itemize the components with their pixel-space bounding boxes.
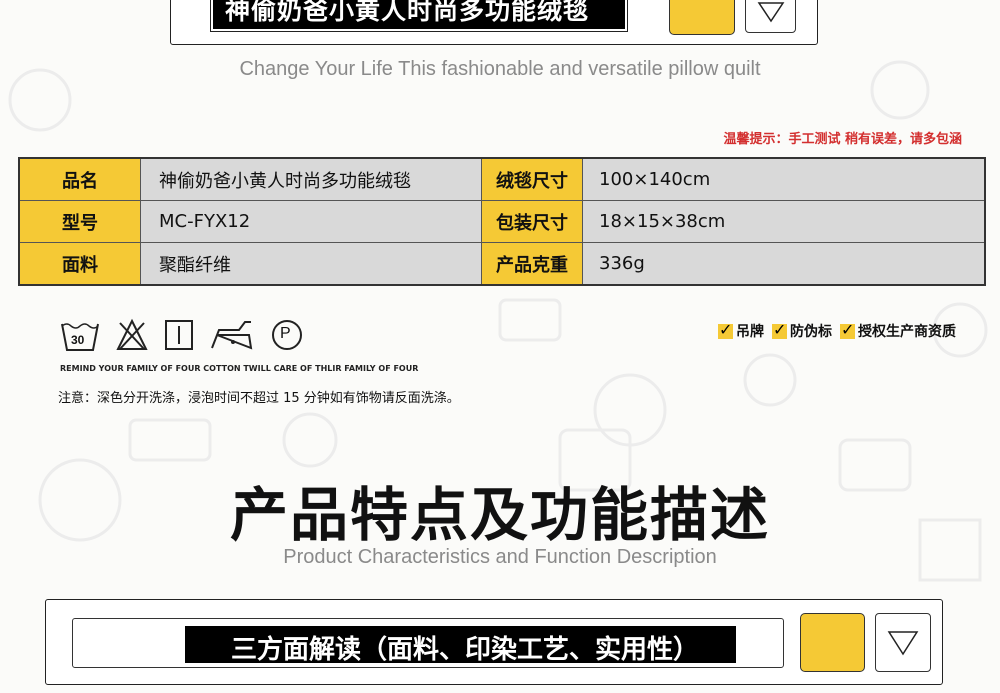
badge-label: 防伪标	[790, 324, 832, 340]
top-subtitle: Change Your Life This fashionable and ve…	[239, 58, 761, 80]
badge-item: 防伪标	[772, 320, 832, 341]
wash-30-icon: 30	[60, 318, 100, 354]
bottom-banner-arrow-box	[875, 613, 931, 672]
table-row: 品名 神偷奶爸小黄人时尚多功能绒毯 绒毯尺寸 100×140cm	[18, 157, 986, 201]
section-title: 产品特点及功能描述	[229, 481, 770, 549]
spec-label: 品名	[18, 157, 141, 201]
care-note: 注意：深色分开洗涤，浸泡时间不超过 15 分钟如有饰物请反面洗涤。	[58, 391, 460, 406]
bottom-banner: 三方面解读（面料、印染工艺、实用性）	[45, 599, 943, 685]
triangle-down-icon	[887, 630, 919, 655]
section-subtitle: Product Characteristics and Function Des…	[283, 546, 717, 568]
badge-item: 吊牌	[718, 320, 764, 341]
bottom-banner-yellow-square	[800, 613, 865, 672]
badge-label: 授权生产商资质	[858, 324, 956, 340]
top-banner-title-bar: 神偷奶爸小黄人时尚多功能绒毯	[210, 0, 628, 32]
bottom-banner-title-bar: 三方面解读（面料、印染工艺、实用性）	[185, 626, 736, 665]
spec-label: 绒毯尺寸	[481, 157, 583, 201]
check-icon	[772, 320, 787, 339]
dry-clean-letter: P	[280, 325, 291, 342]
iron-low-icon	[209, 318, 255, 356]
spec-label: 型号	[18, 200, 141, 243]
check-icon	[718, 320, 733, 339]
bottom-banner-inner-box: 三方面解读（面料、印染工艺、实用性）	[72, 618, 784, 668]
top-banner-arrow-box	[745, 0, 796, 33]
top-banner: 神偷奶爸小黄人时尚多功能绒毯	[170, 0, 818, 45]
dry-clean-p-icon: P	[270, 318, 304, 352]
warning-note: 温馨提示：手工测试 稍有误差，请多包涵	[723, 132, 962, 147]
badge-label: 吊牌	[736, 324, 764, 340]
spec-value: 聚酯纤维	[140, 242, 482, 286]
check-icon	[840, 320, 855, 339]
spec-label: 包装尺寸	[481, 200, 583, 243]
triangle-down-icon	[757, 2, 784, 23]
remind-text: REMIND YOUR FAMILY OF FOUR COTTON TWILL …	[60, 364, 419, 373]
no-bleach-icon	[115, 318, 149, 356]
table-row: 面料 聚酯纤维 产品克重 336g	[18, 242, 986, 286]
top-banner-title: 神偷奶爸小黄人时尚多功能绒毯	[225, 0, 590, 25]
wash-temp-label: 30	[71, 333, 85, 347]
badges: 吊牌 防伪标 授权生产商资质	[718, 320, 956, 341]
care-icons: 30 P	[60, 318, 304, 356]
bottom-banner-title: 三方面解读（面料、印染工艺、实用性）	[231, 635, 700, 665]
spec-value: 100×140cm	[582, 157, 986, 201]
spec-value: 18×15×38cm	[582, 200, 986, 243]
spec-value: 336g	[582, 242, 986, 286]
spec-value: 神偷奶爸小黄人时尚多功能绒毯	[140, 157, 482, 201]
spec-label: 面料	[18, 242, 141, 286]
spec-table: 品名 神偷奶爸小黄人时尚多功能绒毯 绒毯尺寸 100×140cm 型号 MC-F…	[18, 157, 986, 286]
spec-label: 产品克重	[481, 242, 583, 286]
badge-item: 授权生产商资质	[840, 320, 956, 341]
line-dry-icon	[164, 318, 194, 356]
spec-value: MC-FYX12	[140, 200, 482, 243]
top-banner-yellow-square	[669, 0, 735, 35]
table-row: 型号 MC-FYX12 包装尺寸 18×15×38cm	[18, 200, 986, 243]
